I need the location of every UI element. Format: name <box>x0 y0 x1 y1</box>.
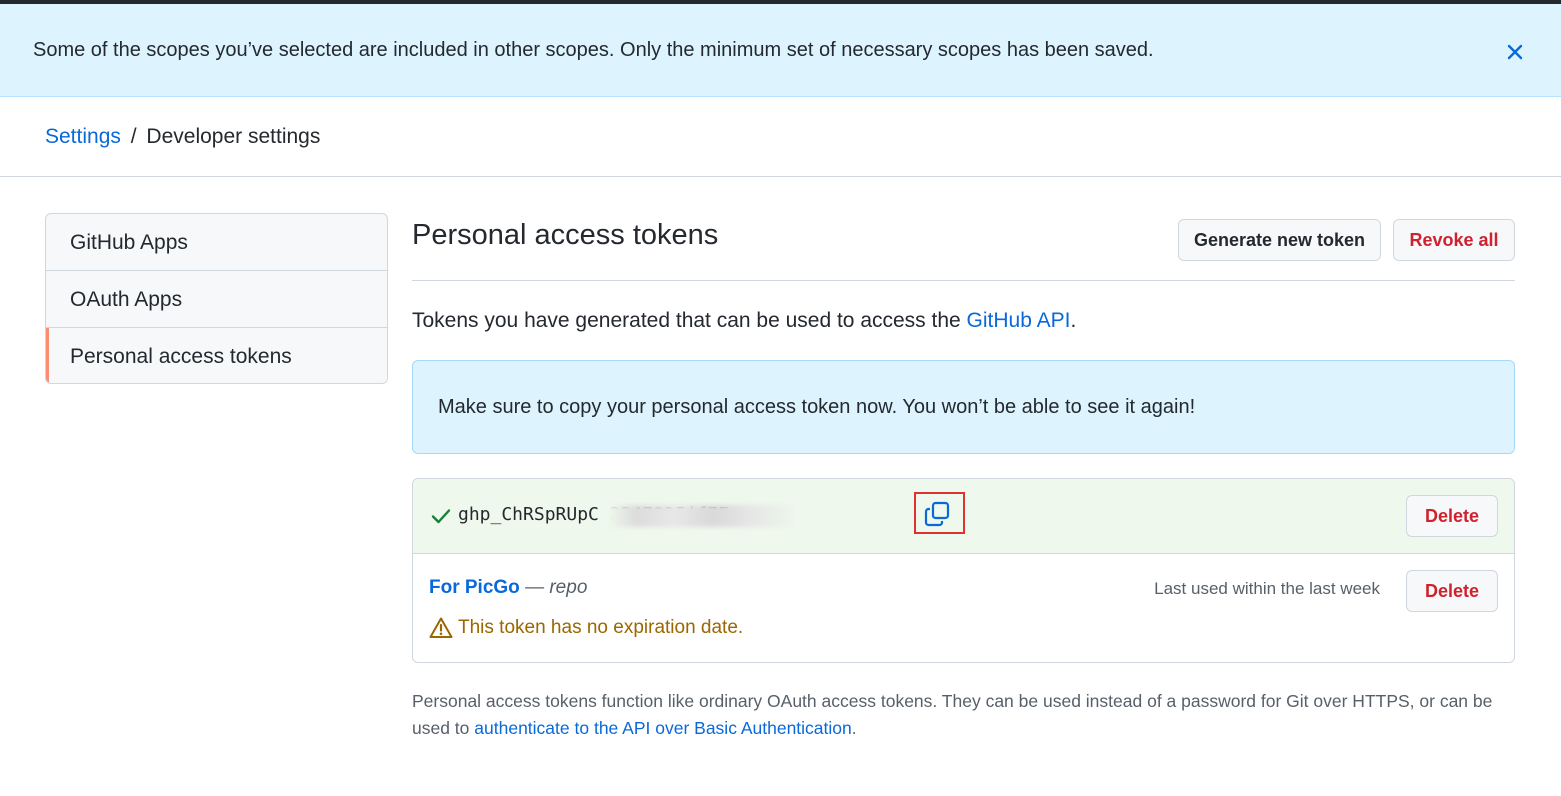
token-row: For PicGo — repo <box>429 577 587 599</box>
sidebar-item-github-apps[interactable]: GitHub Apps <box>46 214 387 271</box>
header-divider <box>0 176 1561 177</box>
title-divider <box>412 280 1515 281</box>
token-expiration-warning: This token has no expiration date. <box>458 617 744 638</box>
breadcrumb: Settings / Developer settings <box>45 125 320 149</box>
sidebar-item-oauth-apps[interactable]: OAuth Apps <box>46 271 387 328</box>
page-title: Personal access tokens <box>412 219 719 251</box>
notice-message: Make sure to copy your personal access t… <box>438 396 1196 418</box>
revoke-all-button[interactable]: Revoke all <box>1393 219 1515 261</box>
breadcrumb-separator: / <box>130 125 137 148</box>
copy-token-notice: Make sure to copy your personal access t… <box>412 360 1515 454</box>
token-name-link[interactable]: For PicGo <box>429 577 520 598</box>
description-text: Tokens you have generated that can be us… <box>412 309 967 332</box>
flash-banner: Some of the scopes you’ve selected are i… <box>0 4 1561 97</box>
alert-icon <box>429 617 453 638</box>
footer-suffix: . <box>851 718 857 738</box>
github-api-link[interactable]: GitHub API <box>967 309 1071 332</box>
flash-message: Some of the scopes you’ve selected are i… <box>33 39 1154 61</box>
basic-auth-link[interactable]: authenticate to the API over Basic Authe… <box>474 718 851 738</box>
generate-new-token-button[interactable]: Generate new token <box>1178 219 1381 261</box>
token-last-used: Last used within the last week <box>1154 579 1380 598</box>
delete-token-button[interactable]: Delete <box>1406 570 1498 612</box>
token-scope: repo <box>549 577 588 598</box>
redaction-blur <box>608 505 798 527</box>
delete-new-token-button[interactable]: Delete <box>1406 495 1498 537</box>
breadcrumb-current: Developer settings <box>146 125 321 148</box>
check-icon <box>431 509 451 524</box>
close-icon[interactable] <box>1503 40 1527 64</box>
breadcrumb-settings-link[interactable]: Settings <box>45 125 121 148</box>
tokens-description: Tokens you have generated that can be us… <box>412 309 1076 333</box>
new-token-row: ghp_ChRSpRUpC 3B4783Ijf7E Delete <box>413 479 1514 554</box>
sidebar-nav: GitHub Apps OAuth Apps Personal access t… <box>45 213 388 384</box>
token-dash: — <box>519 577 550 598</box>
token-list: ghp_ChRSpRUpC 3B4783Ijf7E Delete For Pic… <box>412 478 1515 663</box>
copy-icon[interactable] <box>924 501 950 527</box>
description-suffix: . <box>1070 309 1077 332</box>
sidebar-item-personal-access-tokens[interactable]: Personal access tokens <box>46 328 387 383</box>
footer-note: Personal access tokens function like ord… <box>412 688 1522 742</box>
